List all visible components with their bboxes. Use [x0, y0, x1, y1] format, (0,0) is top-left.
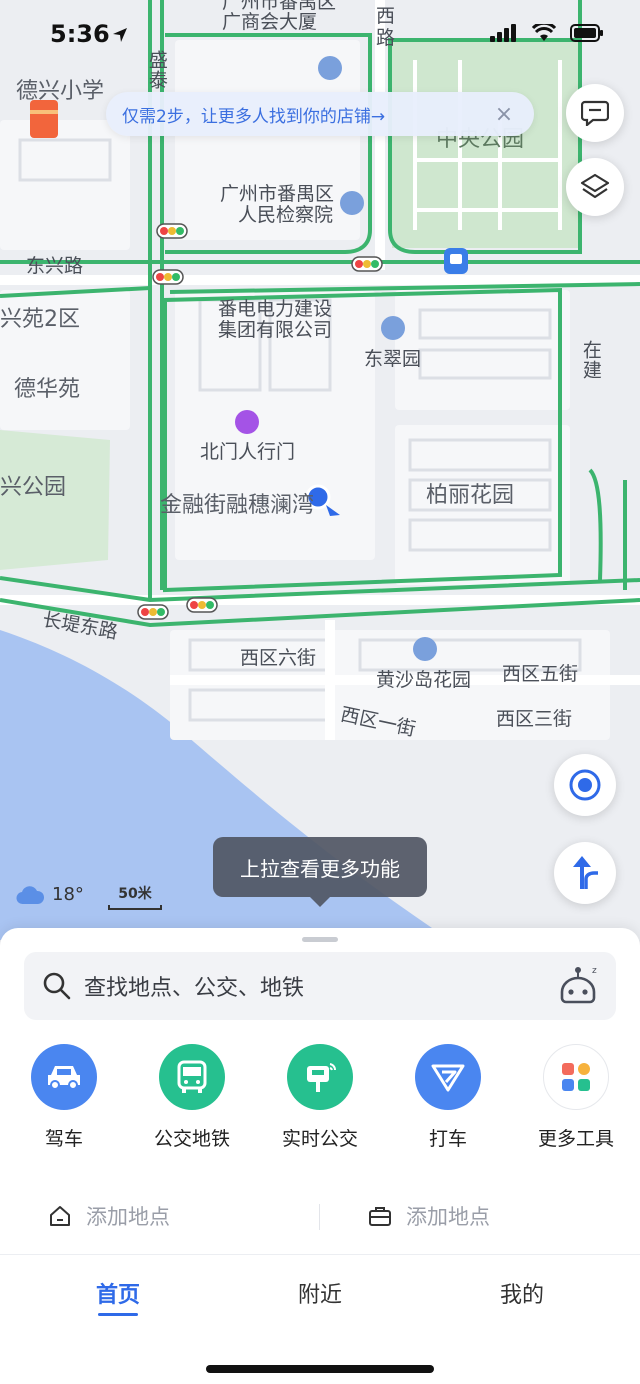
tool-taxi[interactable]: 打车	[384, 1044, 512, 1151]
tool-transit[interactable]: 公交地铁	[128, 1044, 256, 1151]
close-icon[interactable]: ×	[490, 102, 518, 127]
bus-icon	[159, 1044, 225, 1110]
scale-bar	[108, 905, 162, 910]
tool-realtime-bus[interactable]: 实时公交	[256, 1044, 384, 1151]
wifi-icon	[532, 24, 556, 41]
tool-taxi-label: 打车	[428, 1128, 467, 1150]
map-label-under-construction: 在建	[579, 340, 602, 380]
briefcase-icon	[369, 1207, 391, 1226]
tool-realtime-bus-label: 实时公交	[281, 1128, 358, 1150]
tool-more[interactable]: 更多工具	[512, 1044, 640, 1151]
promo-banner[interactable]: 仅需2步，让更多人找到你的店铺→ ×	[106, 92, 534, 136]
home-icon	[50, 1206, 70, 1226]
svg-text:z: z	[592, 966, 597, 976]
map-label-dehuayuan: 德华苑	[14, 377, 81, 402]
tab-active-indicator	[98, 1313, 138, 1316]
scale-label: 50米	[118, 886, 152, 902]
add-work-label: 添加地点	[406, 1205, 490, 1229]
layers-icon	[580, 173, 610, 199]
signal-icon	[490, 24, 516, 42]
voice-assistant-icon[interactable]: z	[556, 964, 600, 1008]
battery-icon	[570, 24, 603, 42]
map-label-xiqu3: 西区三街	[496, 708, 573, 730]
map-label-procuratorate-b: 人民检察院	[238, 204, 334, 226]
tab-nearby[interactable]: 附近	[270, 1277, 370, 1309]
map-label-xing-park: 兴公园	[0, 475, 67, 500]
map-label-dexing-school: 德兴小学	[16, 79, 105, 104]
tool-grid: 驾车 公交地铁 实时公交 打车 更多工具	[0, 1044, 640, 1151]
search-input[interactable]: 查找地点、公交、地铁 z	[24, 952, 616, 1020]
tab-mine[interactable]: 我的	[472, 1277, 572, 1309]
map-label-power-co-a: 番电电力建设	[218, 298, 333, 320]
status-bar: 5:36	[0, 0, 640, 70]
layers-button[interactable]	[566, 158, 624, 216]
taxi-icon	[415, 1044, 481, 1110]
map-label-beimen: 北门人行门	[200, 441, 296, 463]
car-icon	[31, 1044, 97, 1110]
tool-transit-label: 公交地铁	[153, 1128, 230, 1150]
home-indicator[interactable]	[206, 1365, 434, 1373]
map-label-jinrong: 金融街融穗澜湾	[160, 493, 315, 518]
bus-stop-icon	[287, 1044, 353, 1110]
map-label-xingyuan2: 兴苑2区	[0, 307, 80, 332]
search-placeholder[interactable]: 查找地点、公交、地铁	[84, 970, 556, 1002]
map-label-bolihuayuan: 柏丽花园	[426, 483, 515, 508]
add-home-label: 添加地点	[86, 1205, 170, 1229]
map-label-power-co-b: 集团有限公司	[218, 319, 333, 341]
status-time: 5:36	[50, 20, 110, 48]
add-home-place[interactable]: 添加地点	[0, 1201, 320, 1231]
message-button[interactable]	[566, 84, 624, 142]
add-work-place[interactable]: 添加地点	[320, 1201, 640, 1231]
map-label-xiqu6: 西区六街	[240, 647, 317, 669]
more-tools-icon	[543, 1044, 609, 1110]
sheet-handle[interactable]	[302, 937, 338, 942]
location-arrow-icon	[113, 28, 127, 42]
quick-places: 添加地点 添加地点	[0, 1192, 640, 1240]
navigation-button[interactable]	[554, 842, 616, 904]
locate-icon	[569, 769, 601, 801]
tab-bar: 首页 附近 我的	[0, 1254, 640, 1384]
locate-button[interactable]	[554, 754, 616, 816]
message-icon	[581, 100, 609, 126]
tool-drive-label: 驾车	[44, 1128, 83, 1150]
tool-drive[interactable]: 驾车	[0, 1044, 128, 1151]
weather-temp: 18°	[52, 884, 84, 905]
search-icon	[43, 972, 71, 1000]
promo-banner-text[interactable]: 仅需2步，让更多人找到你的店铺→	[122, 102, 490, 127]
route-arrow-icon	[573, 856, 598, 889]
map-label-xiqu5: 西区五街	[502, 663, 579, 685]
tab-home[interactable]: 首页	[68, 1277, 168, 1309]
map-label-dongcuiyuan: 东翠园	[364, 348, 422, 370]
map-view[interactable]: 广州市番禺区 广商会大厦 西 路 德兴小学 盛泰 中央公园 广州市番禺区 人民检…	[0, 0, 640, 940]
map-label-procuratorate-a: 广州市番禺区	[220, 183, 335, 205]
tool-more-label: 更多工具	[537, 1128, 614, 1150]
quick-divider	[319, 1204, 320, 1230]
map-label-huangshadao: 黄沙岛花园	[376, 669, 472, 691]
map-label-dongxing-road: 东兴路	[26, 255, 84, 277]
bottom-sheet[interactable]: 查找地点、公交、地铁 z 驾车 公交地铁 实时公交 打车 更多工具 添加地点 添…	[0, 928, 640, 1254]
cloud-icon	[16, 885, 44, 904]
swipe-up-tooltip: 上拉查看更多功能	[213, 837, 427, 907]
weather-widget[interactable]: 18°	[16, 884, 84, 905]
